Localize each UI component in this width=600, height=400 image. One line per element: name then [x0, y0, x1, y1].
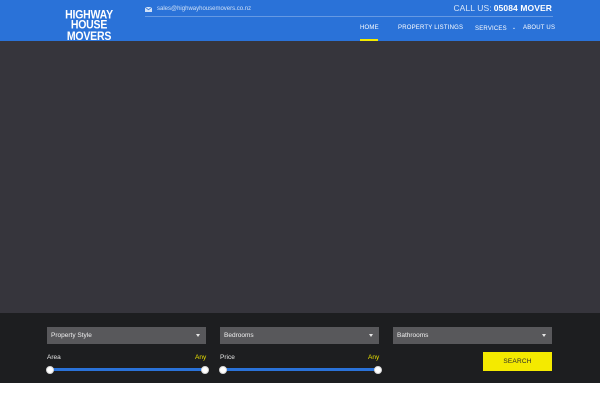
area-value: Any — [195, 354, 207, 361]
logo[interactable]: HIGHWAY HOUSE MOVERS — [51, 9, 127, 44]
nav-item-home[interactable]: HOME — [360, 25, 379, 31]
caret-down-icon — [542, 334, 546, 337]
nav-item-services-label: SERVICES — [475, 26, 507, 32]
area-max-handle[interactable] — [201, 365, 209, 374]
property-search-panel: Property Style Bedrooms Bathrooms Area A… — [0, 313, 600, 383]
area-label: Area — [47, 354, 61, 361]
phone-number[interactable]: 05084 MOVER — [494, 3, 552, 13]
bathrooms-value: Bathrooms — [397, 332, 429, 339]
property-style-select[interactable]: Property Style — [47, 327, 206, 344]
price-label: Price — [220, 354, 235, 361]
email-contact[interactable]: sales@highwayhousemovers.co.nz — [145, 4, 251, 14]
logo-line-2: HOUSE MOVERS — [66, 18, 112, 44]
price-max-handle[interactable] — [374, 365, 382, 374]
bedrooms-value: Bedrooms — [224, 332, 254, 339]
area-range-slider[interactable] — [46, 365, 209, 374]
hero-banner — [0, 41, 600, 313]
price-min-handle[interactable] — [219, 365, 227, 374]
caret-down-icon — [369, 334, 373, 337]
call-us-label: CALL US: — [453, 3, 492, 13]
nav-item-services[interactable]: SERVICES ⌄ — [475, 25, 516, 32]
email-link[interactable]: sales@highwayhousemovers.co.nz — [157, 6, 251, 12]
property-style-value: Property Style — [51, 332, 92, 339]
envelope-icon — [145, 6, 152, 12]
bedrooms-select[interactable]: Bedrooms — [220, 327, 379, 344]
nav-item-about-us[interactable]: ABOUT US — [523, 25, 555, 31]
header-divider — [145, 16, 553, 17]
nav-item-property-listings[interactable]: PROPERTY LISTINGS — [398, 25, 463, 31]
bathrooms-select[interactable]: Bathrooms — [393, 327, 552, 344]
caret-down-icon — [196, 334, 200, 337]
call-us: CALL US: 05084 MOVER — [453, 3, 552, 13]
area-min-handle[interactable] — [46, 365, 54, 374]
site-header: HIGHWAY HOUSE MOVERS sales@highwayhousem… — [0, 0, 600, 44]
price-range-slider[interactable] — [219, 365, 382, 374]
chevron-down-icon: ⌄ — [511, 25, 517, 31]
search-button[interactable]: SEARCH — [483, 352, 552, 371]
price-value: Any — [368, 354, 380, 361]
